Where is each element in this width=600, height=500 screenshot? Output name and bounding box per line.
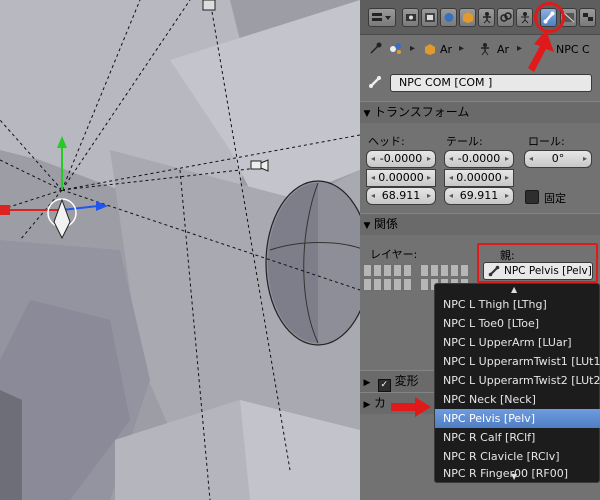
lock-checkbox[interactable]: [525, 190, 539, 204]
dropdown-item[interactable]: NPC R Clavicle [RClv]: [435, 447, 600, 466]
parent-dropdown-menu: ▲ NPC L Thigh [LThg] NPC L Toe0 [LToe] N…: [434, 283, 600, 483]
head-label: ヘッド:: [368, 135, 405, 148]
dropdown-item[interactable]: NPC L UpperarmTwist1 [LUt1]: [435, 352, 600, 371]
3d-viewport[interactable]: [0, 0, 360, 500]
parent-highlight: [477, 243, 598, 283]
bone-icon: [369, 76, 381, 88]
texture-tab[interactable]: [579, 8, 596, 27]
pin-icon[interactable]: [368, 42, 382, 56]
tail-x-field[interactable]: ◂ -0.0000 ▸: [444, 150, 514, 168]
dropdown-item[interactable]: NPC L UpperarmTwist2 [LUt2]: [435, 371, 600, 390]
scroll-down-icon[interactable]: ▼: [511, 472, 517, 481]
collapse-icon: ▼: [363, 221, 371, 231]
roll-value: 0°: [551, 152, 565, 165]
breadcrumb-sep: ▸: [517, 43, 523, 54]
deform-title: 変形: [394, 374, 419, 388]
head-z-value: 68.911: [381, 189, 421, 202]
tail-y-value: 0.00000: [456, 171, 502, 184]
dropdown-item[interactable]: NPC L Thigh [LThg]: [435, 295, 600, 314]
head-y-value: 0.00000: [378, 171, 424, 184]
breadcrumb-sep: ▸: [410, 43, 416, 54]
cube-icon: [425, 44, 435, 55]
tail-z-field[interactable]: ◂ 69.911 ▸: [444, 187, 514, 205]
tail-z-value: 69.911: [459, 189, 499, 202]
dropdown-item[interactable]: NPC L Toe0 [LToe]: [435, 314, 600, 333]
tail-y-field[interactable]: ◂ 0.00000 ▸: [444, 169, 514, 187]
dropdown-item[interactable]: NPC L UpperArm [LUar]: [435, 333, 600, 352]
roll-field[interactable]: ◂ 0° ▸: [524, 150, 592, 168]
transform-panel-header[interactable]: ▼ トランスフォーム: [360, 101, 600, 123]
constraints-tab[interactable]: [497, 8, 514, 27]
head-y-field[interactable]: ◂ 0.00000 ▸: [366, 169, 436, 187]
relations-panel-header[interactable]: ▼ 関係: [360, 213, 600, 235]
object-tab[interactable]: [459, 8, 476, 27]
expand-icon: ▶: [363, 378, 371, 388]
modifier-tab[interactable]: [516, 8, 533, 27]
dropdown-item-selected[interactable]: NPC Pelvis [Pelv]: [435, 409, 600, 428]
dropdown-item[interactable]: NPC Neck [Neck]: [435, 390, 600, 409]
armature-tab[interactable]: [478, 8, 495, 27]
breadcrumb: ▸ Ar ▸ Ar ▸ NPC C: [360, 40, 600, 60]
breadcrumb-sep: ▸: [459, 43, 465, 54]
custom-title: カ: [374, 396, 387, 410]
relations-title: 関係: [374, 217, 399, 231]
annotation-arrow-selected: [391, 397, 431, 417]
breadcrumb-bone: NPC C: [556, 43, 590, 56]
bone-name-field[interactable]: NPC COM [COM ]: [390, 74, 592, 92]
head-z-field[interactable]: ◂ 68.911 ▸: [366, 187, 436, 205]
tail-label: テール:: [446, 135, 483, 148]
bone-tab-highlight: [534, 2, 565, 33]
transform-title: トランスフォーム: [374, 105, 470, 119]
editor-type-button[interactable]: [368, 8, 396, 27]
breadcrumb-object: Ar: [440, 43, 453, 56]
viewport-scene: [0, 0, 360, 500]
tail-x-value: -0.0000: [457, 152, 501, 165]
collapse-icon: ▼: [363, 109, 371, 119]
world-tab[interactable]: [440, 8, 457, 27]
head-x-value: -0.0000: [379, 152, 423, 165]
layer-grid-1[interactable]: [363, 264, 413, 292]
scene-tab[interactable]: [421, 8, 438, 27]
scroll-up-icon[interactable]: ▲: [511, 285, 517, 294]
dropdown-item[interactable]: NPC R Finger00 [RF00]: [435, 466, 600, 482]
camera-icon: [250, 159, 269, 172]
head-x-field[interactable]: ◂ -0.0000 ▸: [366, 150, 436, 168]
dropdown-item[interactable]: NPC R Calf [RClf]: [435, 428, 600, 447]
armature-data-icon: [390, 43, 401, 54]
roll-label: ロール:: [528, 135, 565, 148]
breadcrumb-armature: Ar: [497, 43, 510, 56]
lock-label: 固定: [544, 192, 566, 205]
expand-icon: ▶: [363, 400, 371, 410]
deform-checkbox[interactable]: ✓: [377, 379, 391, 392]
layer-label: レイヤー:: [370, 248, 418, 261]
armature-icon: [481, 43, 489, 56]
render-tab[interactable]: [402, 8, 419, 27]
